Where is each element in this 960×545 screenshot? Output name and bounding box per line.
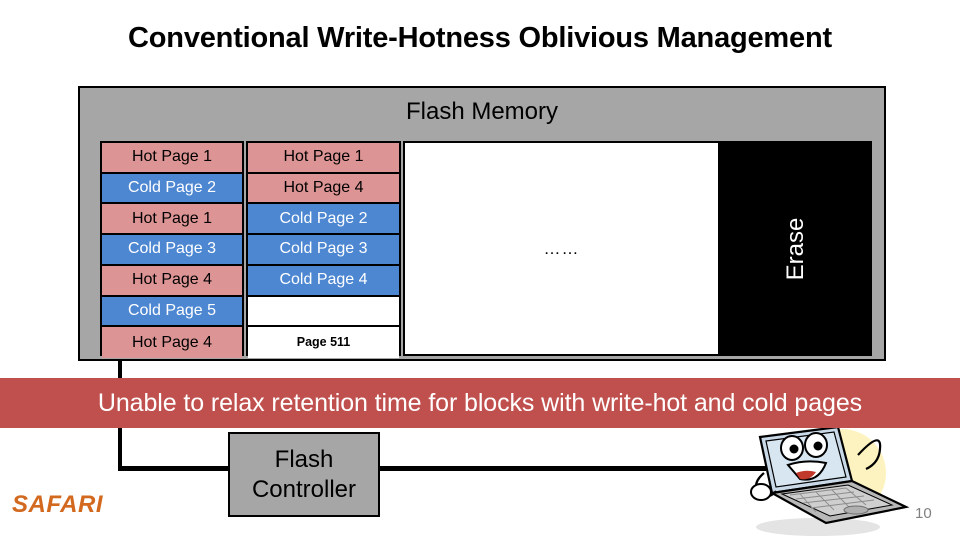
flash-page-cell: Hot Page 4 bbox=[102, 265, 242, 297]
flash-page-cell: Cold Page 2 bbox=[102, 173, 242, 205]
flash-controller-line-2: Controller bbox=[251, 475, 357, 503]
slide-number: 10 bbox=[915, 505, 932, 522]
flash-page-cell: Cold Page 5 bbox=[102, 296, 242, 328]
flash-block-column-remaining: …… bbox=[403, 141, 720, 356]
ellipsis-indicator: …… bbox=[543, 238, 580, 258]
laptop-mascot-illustration bbox=[730, 415, 920, 540]
connector-horizontal-left bbox=[118, 466, 232, 471]
erase-label: Erase bbox=[782, 217, 809, 280]
flash-memory-panel: Flash Memory Hot Page 1 Cold Page 2 Hot Pa… bbox=[78, 86, 886, 361]
flash-page-cell: Hot Page 4 bbox=[248, 173, 399, 205]
flash-page-cell bbox=[248, 296, 399, 328]
flash-page-cell: Hot Page 1 bbox=[102, 143, 242, 174]
flash-page-cell: Hot Page 1 bbox=[248, 143, 399, 174]
safari-logo: SAFARI bbox=[12, 491, 104, 518]
flash-block-column-1: Hot Page 1 Cold Page 2 Hot Page 1 Cold Page… bbox=[100, 141, 244, 358]
flash-page-cell: Cold Page 4 bbox=[248, 265, 399, 297]
erase-region: Erase bbox=[720, 141, 872, 356]
flash-memory-title: Flash Memory bbox=[405, 98, 559, 125]
flash-controller-line-1: Flash bbox=[274, 445, 334, 473]
flash-page-cell: Cold Page 2 bbox=[248, 204, 399, 236]
takeaway-text: Unable to relax retention time for block… bbox=[97, 388, 863, 417]
page-index-label: Page 511 bbox=[248, 327, 399, 358]
connector-horizontal-right bbox=[376, 466, 766, 471]
flash-page-cell: Cold Page 3 bbox=[102, 235, 242, 266]
flash-page-cell: Cold Page 3 bbox=[248, 235, 399, 266]
page-title: Conventional Write-Hotness Oblivious Man… bbox=[128, 22, 832, 54]
takeaway-banner: Unable to relax retention time for block… bbox=[0, 378, 960, 428]
flash-block-column-2: Hot Page 1 Hot Page 4 Cold Page 2 Cold Page… bbox=[246, 141, 401, 358]
flash-controller-box: Flash Controller bbox=[228, 432, 380, 517]
flash-page-cell: Hot Page 1 bbox=[102, 204, 242, 236]
flash-page-cell: Hot Page 4 bbox=[102, 327, 242, 358]
